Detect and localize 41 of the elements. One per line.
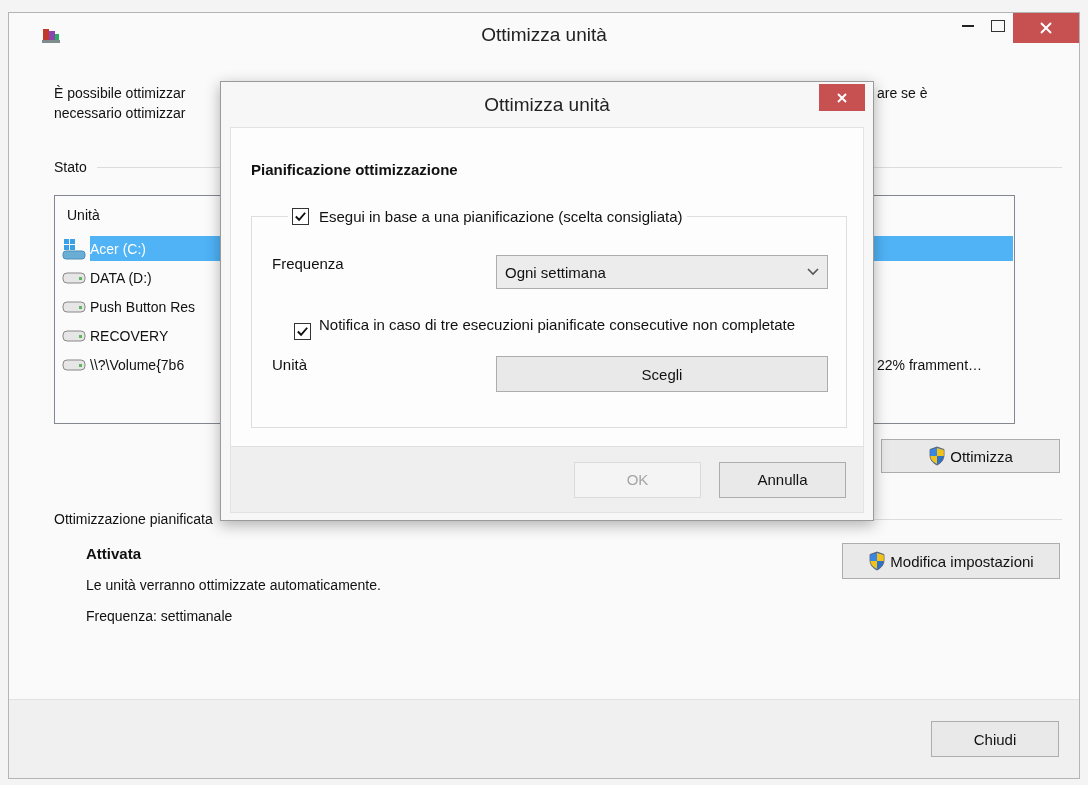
- shield-icon: [868, 551, 887, 571]
- close-button[interactable]: [1013, 13, 1079, 43]
- dialog-heading: Pianificazione ottimizzazione: [251, 161, 459, 178]
- intro-text: necessario ottimizzar: [54, 104, 186, 123]
- checkbox[interactable]: [292, 208, 309, 225]
- close-icon: [837, 92, 847, 103]
- frequency-dropdown[interactable]: Ogni settimana: [496, 255, 828, 289]
- status-text: Attivata: [86, 545, 142, 563]
- drive-icon: [62, 271, 86, 284]
- shield-icon: [928, 446, 947, 466]
- dialog-button[interactable]: Annulla: [719, 461, 846, 498]
- field-label: Frequenza: [272, 255, 345, 272]
- frequency-text: Frequenza: settimanale: [86, 607, 234, 625]
- dialog-title: Ottimizza unità: [484, 93, 610, 116]
- intro-text: È possibile ottimizzar: [54, 84, 186, 103]
- intro-text: are se è: [877, 84, 928, 103]
- table-cell-text: Push Button Res: [90, 298, 197, 315]
- section-label: Stato: [54, 159, 87, 175]
- optimize-button[interactable]: Ottimizza: [881, 439, 1060, 473]
- drive-icon: [62, 329, 86, 342]
- minimize-icon: [962, 24, 974, 28]
- close-dialog-button[interactable]: Chiudi: [931, 721, 1059, 757]
- field-label: Unità: [272, 356, 309, 373]
- choose-button[interactable]: Scegli: [496, 356, 828, 392]
- table-cell-text: Acer (C:): [90, 240, 147, 257]
- maximize-icon: [991, 20, 1005, 32]
- checkbox-label: Esegui in base a una pianificazione (scelta consigliata): [319, 208, 683, 225]
- drive-icon: [62, 358, 86, 371]
- close-icon: [1040, 22, 1052, 34]
- checkbox[interactable]: [294, 323, 311, 340]
- app-icon: [41, 26, 61, 44]
- column-header[interactable]: Unità: [67, 207, 100, 223]
- checkbox-label: Notifica in caso di tre esecuzioni pianificate consecutive non completate: [319, 315, 796, 334]
- section-label: Ottimizzazione pianificata: [54, 511, 213, 527]
- drive-icon: [62, 300, 86, 313]
- change-settings-button[interactable]: Modifica impostazioni: [842, 543, 1060, 579]
- window-title: Ottimizza unità: [481, 24, 607, 46]
- chevron-down-icon: [807, 268, 819, 276]
- system-drive-icon: [62, 237, 86, 260]
- close-button[interactable]: [819, 84, 865, 111]
- description-text: Le unità verranno ottimizzate automaticamente.: [86, 576, 382, 594]
